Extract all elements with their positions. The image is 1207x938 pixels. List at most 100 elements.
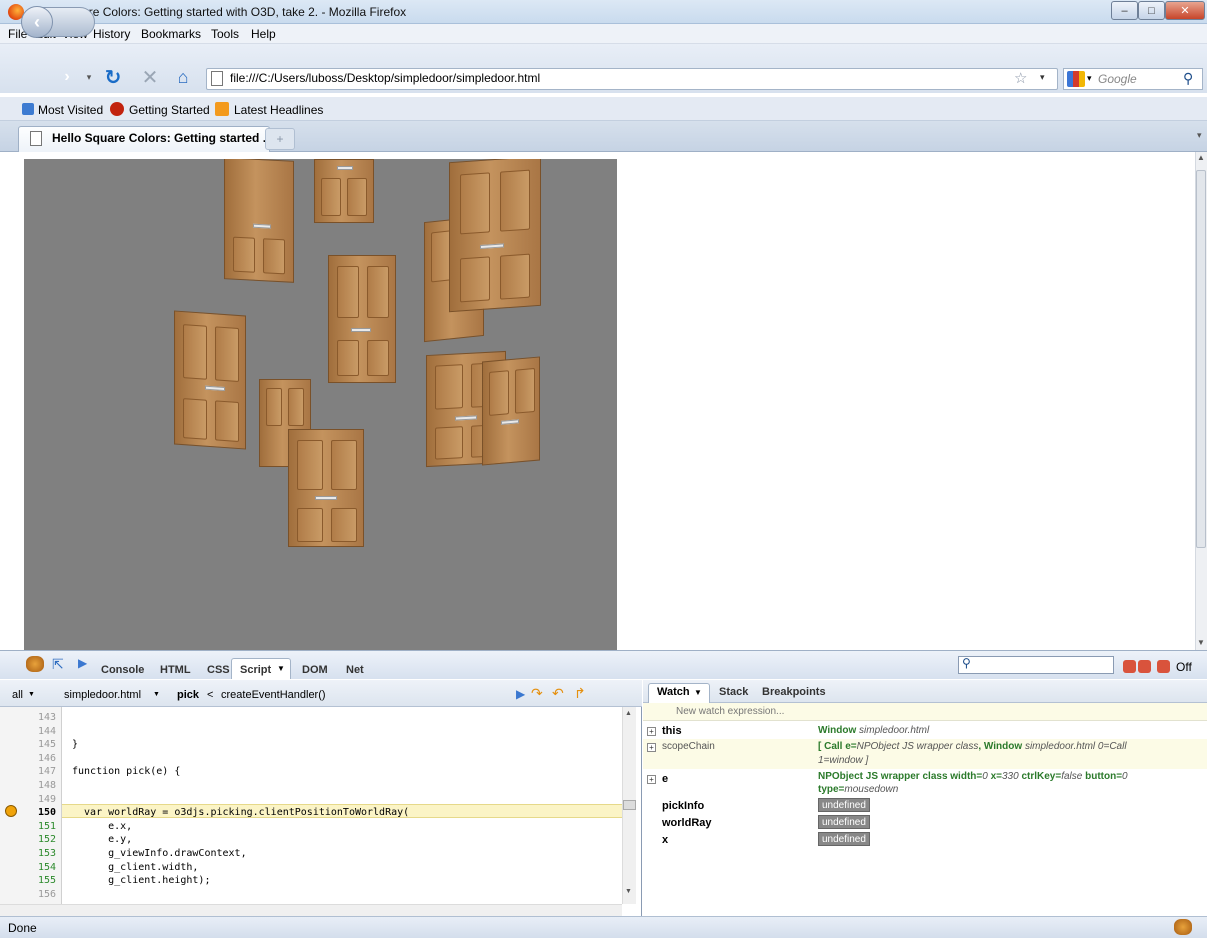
status-text: Done bbox=[8, 921, 37, 935]
chevron-down-icon: ▼ bbox=[28, 691, 35, 698]
new-tab-button[interactable]: + bbox=[265, 128, 295, 150]
tab-css[interactable]: CSS bbox=[207, 664, 230, 676]
inspect-icon[interactable]: ⇱ bbox=[52, 656, 64, 673]
o3d-canvas[interactable] bbox=[24, 159, 617, 650]
firebug-icon[interactable] bbox=[26, 656, 44, 672]
tab-script-label: Script bbox=[240, 664, 272, 676]
menu-bookmarks[interactable]: Bookmarks bbox=[141, 27, 201, 41]
page-scrollbar-thumb[interactable] bbox=[1196, 170, 1206, 548]
detach-firebug-icon[interactable] bbox=[1138, 660, 1151, 673]
stop-icon[interactable]: ✕ bbox=[137, 64, 163, 90]
reload-icon[interactable]: ↻ bbox=[100, 64, 126, 90]
firebug-status-icon[interactable] bbox=[1174, 919, 1192, 935]
watch-name-worldray[interactable]: worldRay bbox=[662, 817, 712, 829]
tab-console[interactable]: Console bbox=[101, 664, 144, 676]
firebug-search-input[interactable] bbox=[958, 656, 1114, 674]
maximize-button[interactable]: □ bbox=[1138, 1, 1165, 20]
watch-value-worldray[interactable]: undefined bbox=[818, 815, 870, 829]
door bbox=[314, 159, 374, 223]
tab-html[interactable]: HTML bbox=[160, 664, 191, 676]
line-number[interactable]: 154 bbox=[0, 862, 56, 874]
url-dropdown-icon[interactable]: ▾ bbox=[1040, 72, 1045, 83]
door-handle bbox=[337, 166, 353, 170]
line-number[interactable]: 153 bbox=[0, 848, 56, 860]
line-number[interactable]: 150 bbox=[0, 807, 56, 819]
watch-name-x[interactable]: x bbox=[662, 834, 668, 846]
tab-dom[interactable]: DOM bbox=[302, 664, 328, 676]
close-button[interactable]: ✕ bbox=[1165, 1, 1205, 20]
page-icon bbox=[30, 131, 42, 146]
door-handle bbox=[455, 415, 477, 421]
back-button[interactable]: ‹ bbox=[21, 6, 53, 38]
watch-value-e-line1[interactable]: NPObject JS wrapper class width=0 x=330 … bbox=[818, 771, 1128, 782]
bookmark-most-visited[interactable]: Most Visited bbox=[38, 103, 103, 117]
status-bar bbox=[0, 916, 1207, 938]
tab-net[interactable]: Net bbox=[346, 664, 364, 676]
step-out-icon[interactable]: ↱ bbox=[574, 685, 586, 702]
forward-button[interactable]: › bbox=[58, 65, 76, 89]
expand-icon[interactable]: + bbox=[647, 727, 656, 736]
line-number[interactable]: 152 bbox=[0, 834, 56, 846]
watch-name-scopechain[interactable]: scopeChain bbox=[662, 741, 715, 752]
watch-value-pickinfo[interactable]: undefined bbox=[818, 798, 870, 812]
line-number[interactable]: 151 bbox=[0, 821, 56, 833]
line-number[interactable]: 149 bbox=[0, 794, 56, 806]
search-icon[interactable]: ⚲ bbox=[1183, 70, 1193, 87]
code-horizontal-scrollbar[interactable] bbox=[0, 904, 622, 916]
door bbox=[288, 429, 364, 547]
continue-icon[interactable]: ▶ bbox=[516, 687, 525, 701]
minimize-button[interactable]: – bbox=[1111, 1, 1138, 20]
bookmark-getting-started[interactable]: Getting Started bbox=[129, 103, 210, 117]
watch-name-this[interactable]: this bbox=[662, 725, 682, 737]
chevron-down-icon: ▼ bbox=[153, 691, 160, 698]
off-label[interactable]: Off bbox=[1176, 660, 1192, 674]
scroll-up-icon[interactable]: ▲ bbox=[625, 710, 632, 717]
next-icon[interactable]: ▶ bbox=[78, 656, 87, 670]
line-number[interactable]: 144 bbox=[0, 726, 56, 738]
code-scrollbar-thumb[interactable] bbox=[623, 800, 636, 810]
menu-help[interactable]: Help bbox=[251, 27, 276, 41]
line-number[interactable]: 146 bbox=[0, 753, 56, 765]
tab-list-dropdown-icon[interactable]: ▾ bbox=[1197, 130, 1202, 141]
scroll-down-icon[interactable]: ▼ bbox=[625, 888, 632, 895]
stack-frame-current[interactable]: pick bbox=[177, 689, 199, 701]
new-watch-expression-input[interactable]: New watch expression... bbox=[676, 706, 784, 717]
firefox-icon bbox=[110, 102, 124, 116]
menu-tools[interactable]: Tools bbox=[211, 27, 239, 41]
history-dropdown-icon[interactable]: ▾ bbox=[84, 66, 94, 88]
menu-history[interactable]: History bbox=[93, 27, 130, 41]
watch-value-x[interactable]: undefined bbox=[818, 832, 870, 846]
tab-stack[interactable]: Stack bbox=[719, 686, 748, 698]
scope-selector[interactable]: all bbox=[12, 689, 23, 701]
google-icon[interactable] bbox=[1067, 71, 1085, 87]
step-over-icon[interactable]: ↶ bbox=[552, 685, 564, 702]
bookmark-latest-headlines[interactable]: Latest Headlines bbox=[234, 103, 323, 117]
stack-frame-caller[interactable]: createEventHandler() bbox=[221, 689, 326, 701]
minimize-firebug-icon[interactable] bbox=[1123, 660, 1136, 673]
bookmark-star-icon[interactable]: ☆ bbox=[1014, 69, 1027, 87]
home-icon[interactable]: ⌂ bbox=[170, 64, 196, 90]
search-engine-dropdown-icon[interactable]: ▾ bbox=[1087, 73, 1092, 84]
line-number[interactable]: 143 bbox=[0, 712, 56, 724]
tab-label: Hello Square Colors: Getting started ... bbox=[52, 131, 273, 145]
line-number[interactable]: 147 bbox=[0, 766, 56, 778]
scroll-down-icon[interactable]: ▼ bbox=[1197, 638, 1205, 647]
line-number[interactable]: 156 bbox=[0, 889, 56, 901]
door bbox=[174, 310, 246, 450]
stack-separator: < bbox=[207, 689, 214, 701]
line-number[interactable]: 155 bbox=[0, 875, 56, 887]
code-view[interactable]: 143 144 145} 146 147 function pick(e) {148 149… bbox=[0, 712, 622, 902]
scroll-up-icon[interactable]: ▲ bbox=[1197, 153, 1205, 162]
watch-value-scopechain-line1[interactable]: [ Call e=NPObject JS wrapper class, Wind… bbox=[818, 741, 1127, 752]
expand-icon[interactable]: + bbox=[647, 775, 656, 784]
line-number[interactable]: 148 bbox=[0, 780, 56, 792]
expand-icon[interactable]: + bbox=[647, 743, 656, 752]
watch-value-this[interactable]: Window simpledoor.html bbox=[818, 725, 929, 736]
line-number[interactable]: 145 bbox=[0, 739, 56, 751]
file-selector[interactable]: simpledoor.html bbox=[64, 689, 141, 701]
watch-name-e[interactable]: e bbox=[662, 773, 668, 785]
close-firebug-icon[interactable] bbox=[1157, 660, 1170, 673]
tab-breakpoints[interactable]: Breakpoints bbox=[762, 686, 826, 698]
step-into-icon[interactable]: ↷ bbox=[531, 685, 543, 702]
watch-name-pickinfo[interactable]: pickInfo bbox=[662, 800, 704, 812]
